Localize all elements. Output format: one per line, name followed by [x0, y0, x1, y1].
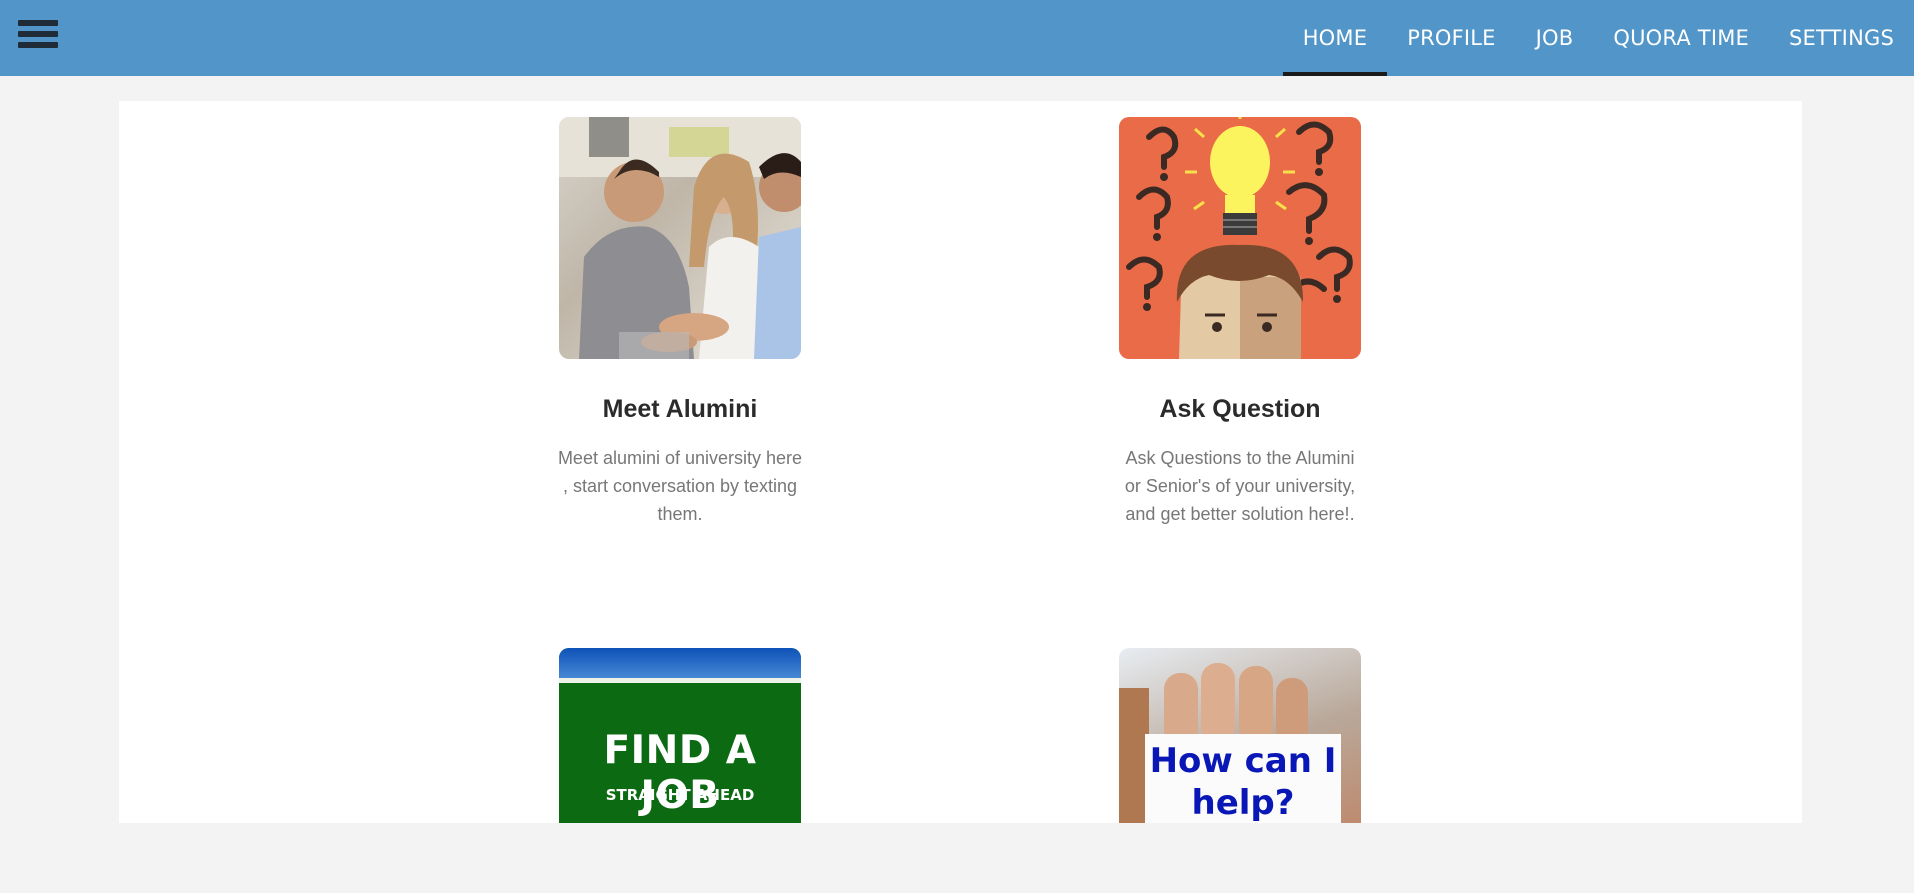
- lightbulb-question-illustration: [1126, 117, 1353, 359]
- people-handshake-illustration: [559, 117, 801, 359]
- how-can-i-help-card-image[interactable]: How can I help?: [1119, 648, 1361, 823]
- nav-profile[interactable]: PROFILE: [1387, 0, 1515, 76]
- card-title: Meet Alumini: [602, 395, 758, 423]
- sky-strip: [559, 648, 801, 682]
- nav-links: HOME PROFILE JOB QUORA TIME SETTINGS: [1282, 0, 1914, 76]
- hamburger-menu-icon[interactable]: [18, 20, 58, 52]
- content-panel: Meet Alumini Meet alumini of university …: [119, 101, 1802, 823]
- nav-job[interactable]: JOB: [1516, 0, 1594, 76]
- card-description: Meet alumini of university here , start …: [557, 448, 803, 524]
- card-description: Ask Questions to the Alumini or Senior's…: [1124, 448, 1356, 524]
- sign-text: FIND A JOB: [603, 728, 757, 818]
- sign-subtext: STRAIGHT AHEAD: [605, 786, 755, 804]
- lightbulb-question-marks-image[interactable]: [1119, 117, 1361, 359]
- nav-settings[interactable]: SETTINGS: [1769, 0, 1914, 76]
- card-ask-question[interactable]: Ask Question Ask Questions to the Alumin…: [1090, 117, 1390, 528]
- nav-quora-time[interactable]: QUORA TIME: [1593, 0, 1769, 76]
- card-how-can-i-help[interactable]: How can I help?: [1090, 648, 1390, 823]
- card-title: Ask Question: [1159, 395, 1321, 423]
- find-a-job-sign-image[interactable]: FIND A JOB STRAIGHT AHEAD: [559, 648, 801, 823]
- people-handshake-image[interactable]: [559, 117, 801, 359]
- nav-home[interactable]: HOME: [1282, 0, 1388, 76]
- help-card-text: How can I help?: [1149, 741, 1337, 823]
- card-meet-alumini[interactable]: Meet Alumini Meet alumini of university …: [530, 117, 830, 528]
- card-find-job[interactable]: FIND A JOB STRAIGHT AHEAD: [530, 648, 830, 823]
- sign-border: [559, 678, 801, 683]
- top-navbar: HOME PROFILE JOB QUORA TIME SETTINGS: [0, 0, 1914, 76]
